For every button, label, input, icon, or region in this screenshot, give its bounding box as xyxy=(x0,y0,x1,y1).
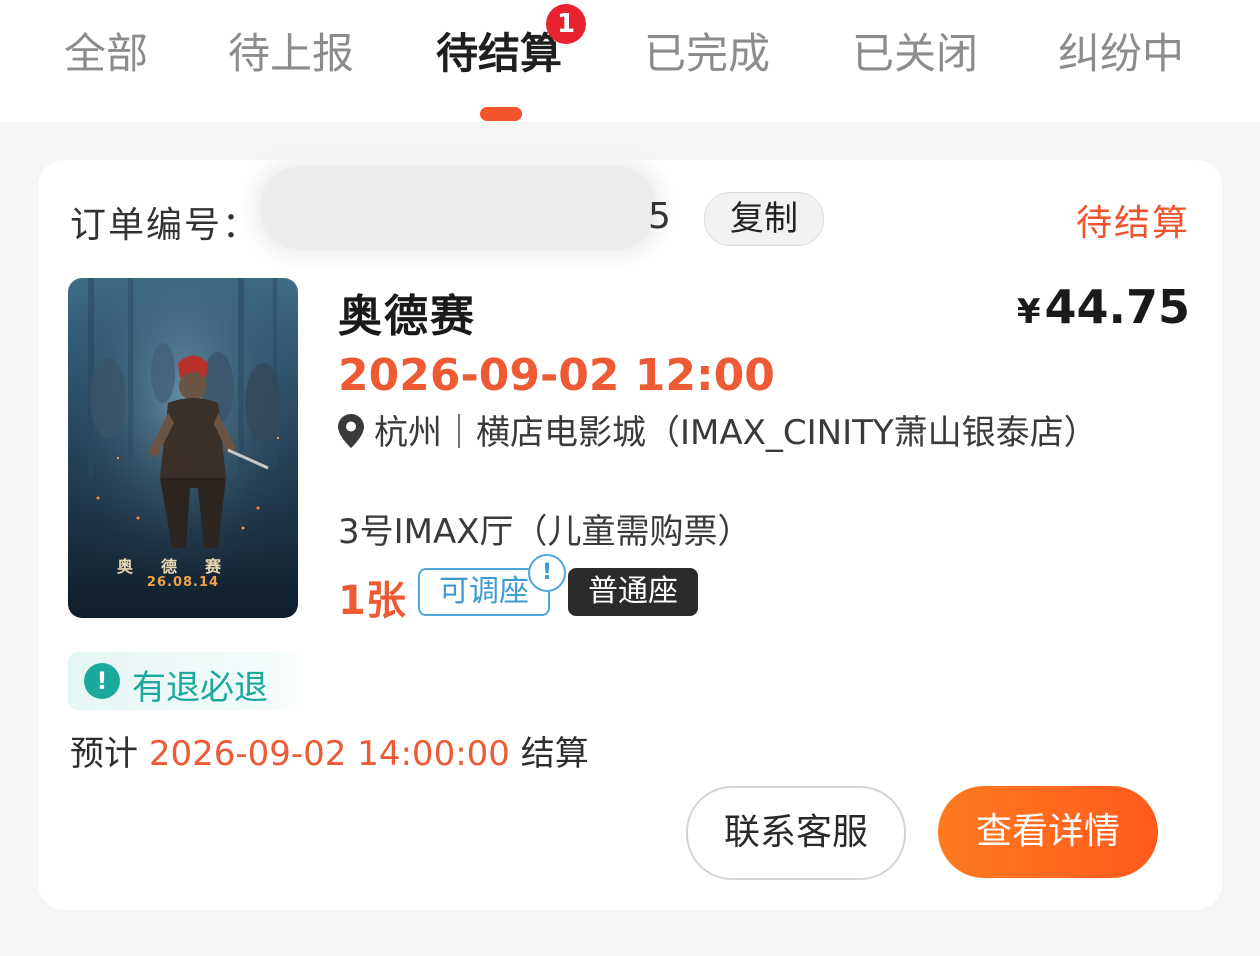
tab-closed[interactable]: 已关闭 xyxy=(852,26,978,82)
order-number-label: 订单编号： xyxy=(70,205,261,246)
ticket-count: 1张 xyxy=(338,578,406,624)
movie-title: 奥德赛 xyxy=(338,291,476,342)
venue-info: 杭州｜横店电影城（IMAX_CINITY萧山银泰店） xyxy=(338,408,1128,458)
order-card: 订单编号： 5 复制 待结算 奥德赛 26.08.14 奥德赛 ¥44.75 2… xyxy=(38,160,1222,910)
settle-time: 2026-09-02 14:00:00 xyxy=(148,734,510,774)
order-status: 待结算 xyxy=(1075,203,1190,244)
order-number-redacted xyxy=(260,166,656,250)
tab-dispute[interactable]: 纠纷中 xyxy=(1058,26,1184,82)
map-pin-icon xyxy=(338,414,364,448)
tab-completed[interactable]: 已完成 xyxy=(644,26,770,82)
poster-release-date: 26.08.14 xyxy=(146,575,220,590)
active-tab-indicator xyxy=(480,107,522,121)
currency-symbol: ¥ xyxy=(1016,292,1041,332)
copy-order-number-button[interactable]: 复制 xyxy=(704,192,824,246)
seat-type-tag: 普通座 xyxy=(568,568,698,616)
order-number-suffix: 5 xyxy=(648,196,671,237)
showtime: 2026-09-02 12:00 xyxy=(338,350,775,401)
venue-text: 杭州｜横店电影城（IMAX_CINITY萧山银泰店） xyxy=(374,413,1098,453)
order-price: ¥44.75 xyxy=(1017,280,1190,334)
poster-title: 奥德赛 xyxy=(116,557,249,576)
order-status-tabs: 全部 待上报 待结算 1 已完成 已关闭 纠纷中 xyxy=(0,0,1260,122)
price-value: 44.75 xyxy=(1044,280,1190,334)
refund-guarantee-label: 有退必退 xyxy=(132,668,268,708)
exclamation-circle-icon: ! xyxy=(84,663,120,699)
settle-prefix: 预计 xyxy=(70,734,138,774)
contact-service-button[interactable]: 联系客服 xyxy=(686,786,906,880)
tab-all[interactable]: 全部 xyxy=(64,26,148,82)
tab-pending-settlement[interactable]: 待结算 xyxy=(436,26,562,82)
hall-info: 3号IMAX厅（儿童需购票） xyxy=(338,512,752,552)
tab-count-badge: 1 xyxy=(546,4,586,44)
view-details-button[interactable]: 查看详情 xyxy=(938,786,1158,878)
refund-guarantee-badge: ! 有退必退 xyxy=(68,652,308,710)
movie-poster[interactable]: 奥德赛 26.08.14 xyxy=(68,278,298,618)
settle-suffix: 结算 xyxy=(520,734,589,774)
tab-pending-report[interactable]: 待上报 xyxy=(228,26,354,82)
seat-adjust-info-icon[interactable]: ! xyxy=(528,554,566,592)
settlement-estimate: 预计 2026-09-02 14:00:00 结算 xyxy=(70,726,589,775)
